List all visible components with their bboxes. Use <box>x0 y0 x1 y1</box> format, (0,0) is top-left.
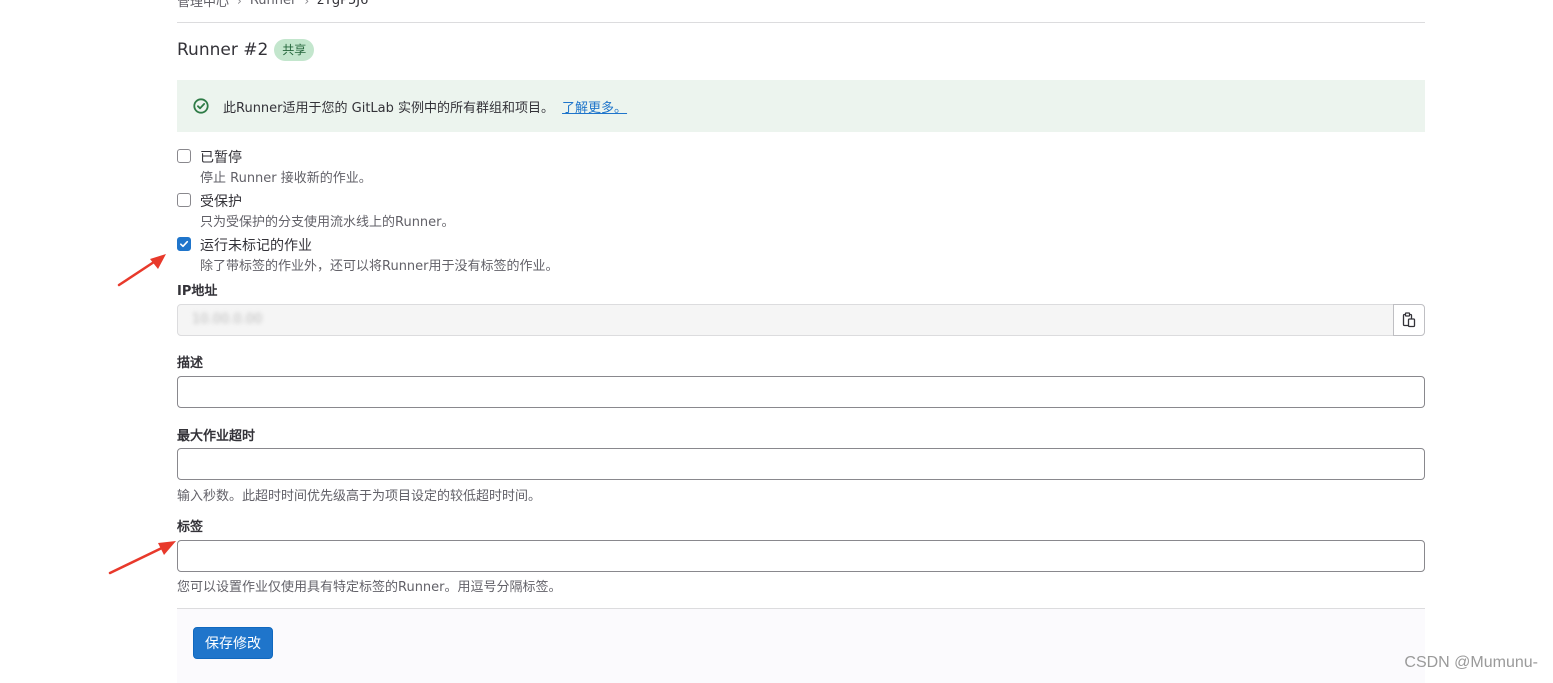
paused-help: 停止 Runner 接收新的作业。 <box>200 171 372 186</box>
tags-input[interactable] <box>177 540 1425 572</box>
ip-address-value: 10.00.0.00 <box>192 312 263 327</box>
save-changes-button[interactable]: 保存修改 <box>193 627 273 659</box>
page-title: Runner #2 <box>177 40 269 60</box>
check-circle-icon <box>192 97 210 115</box>
max-timeout-label: 最大作业超时 <box>177 429 256 444</box>
protected-help: 只为受保护的分支使用流水线上的Runner。 <box>200 215 455 230</box>
annotation-arrow-icon <box>108 541 176 575</box>
copy-ip-button[interactable] <box>1393 304 1425 336</box>
learn-more-link[interactable]: 了解更多。 <box>562 97 627 116</box>
run-untagged-label[interactable]: 运行未标记的作业 <box>200 235 312 255</box>
ip-address-input[interactable]: 10.00.0.00 <box>177 304 1394 336</box>
info-alert: 此Runner适用于您的 GitLab 实例中的所有群组和项目。 了解更多。 <box>177 80 1425 132</box>
clipboard-icon <box>1402 312 1416 328</box>
alert-text: 此Runner适用于您的 GitLab 实例中的所有群组和项目。 <box>223 100 555 116</box>
run-untagged-help: 除了带标签的作业外，还可以将Runner用于没有标签的作业。 <box>200 259 559 274</box>
breadcrumb-item-runner[interactable]: Runner <box>250 0 297 8</box>
watermark: CSDN @Mumunu- <box>1404 654 1538 671</box>
description-label: 描述 <box>177 356 204 371</box>
paused-checkbox[interactable] <box>177 149 191 163</box>
max-timeout-help: 输入秒数。此超时时间优先级高于为项目设定的较低超时时间。 <box>177 489 542 504</box>
annotation-arrow-icon <box>117 254 166 287</box>
chevron-right-icon: › <box>304 0 310 8</box>
divider <box>177 22 1425 23</box>
protected-label[interactable]: 受保护 <box>200 191 242 211</box>
breadcrumb: 管理中心 › Runner › zYgP5J6 <box>177 0 368 10</box>
breadcrumb-current: zYgP5J6 <box>317 0 369 8</box>
ip-address-label: IP地址 <box>177 284 218 299</box>
chevron-right-icon: › <box>237 0 242 8</box>
paused-label[interactable]: 已暂停 <box>200 147 242 167</box>
description-input[interactable] <box>177 376 1425 408</box>
shared-badge: 共享 <box>274 39 315 61</box>
protected-checkbox[interactable] <box>177 193 191 207</box>
form-actions: 保存修改 <box>177 608 1425 683</box>
title-row: Runner #2 共享 <box>177 39 315 61</box>
tags-label: 标签 <box>177 520 204 535</box>
breadcrumb-item-admin[interactable]: 管理中心 <box>177 0 229 10</box>
tags-help: 您可以设置作业仅使用具有特定标签的Runner。用逗号分隔标签。 <box>177 580 562 595</box>
check-icon <box>180 240 189 248</box>
max-timeout-input[interactable] <box>177 448 1425 480</box>
run-untagged-checkbox[interactable] <box>177 237 191 251</box>
